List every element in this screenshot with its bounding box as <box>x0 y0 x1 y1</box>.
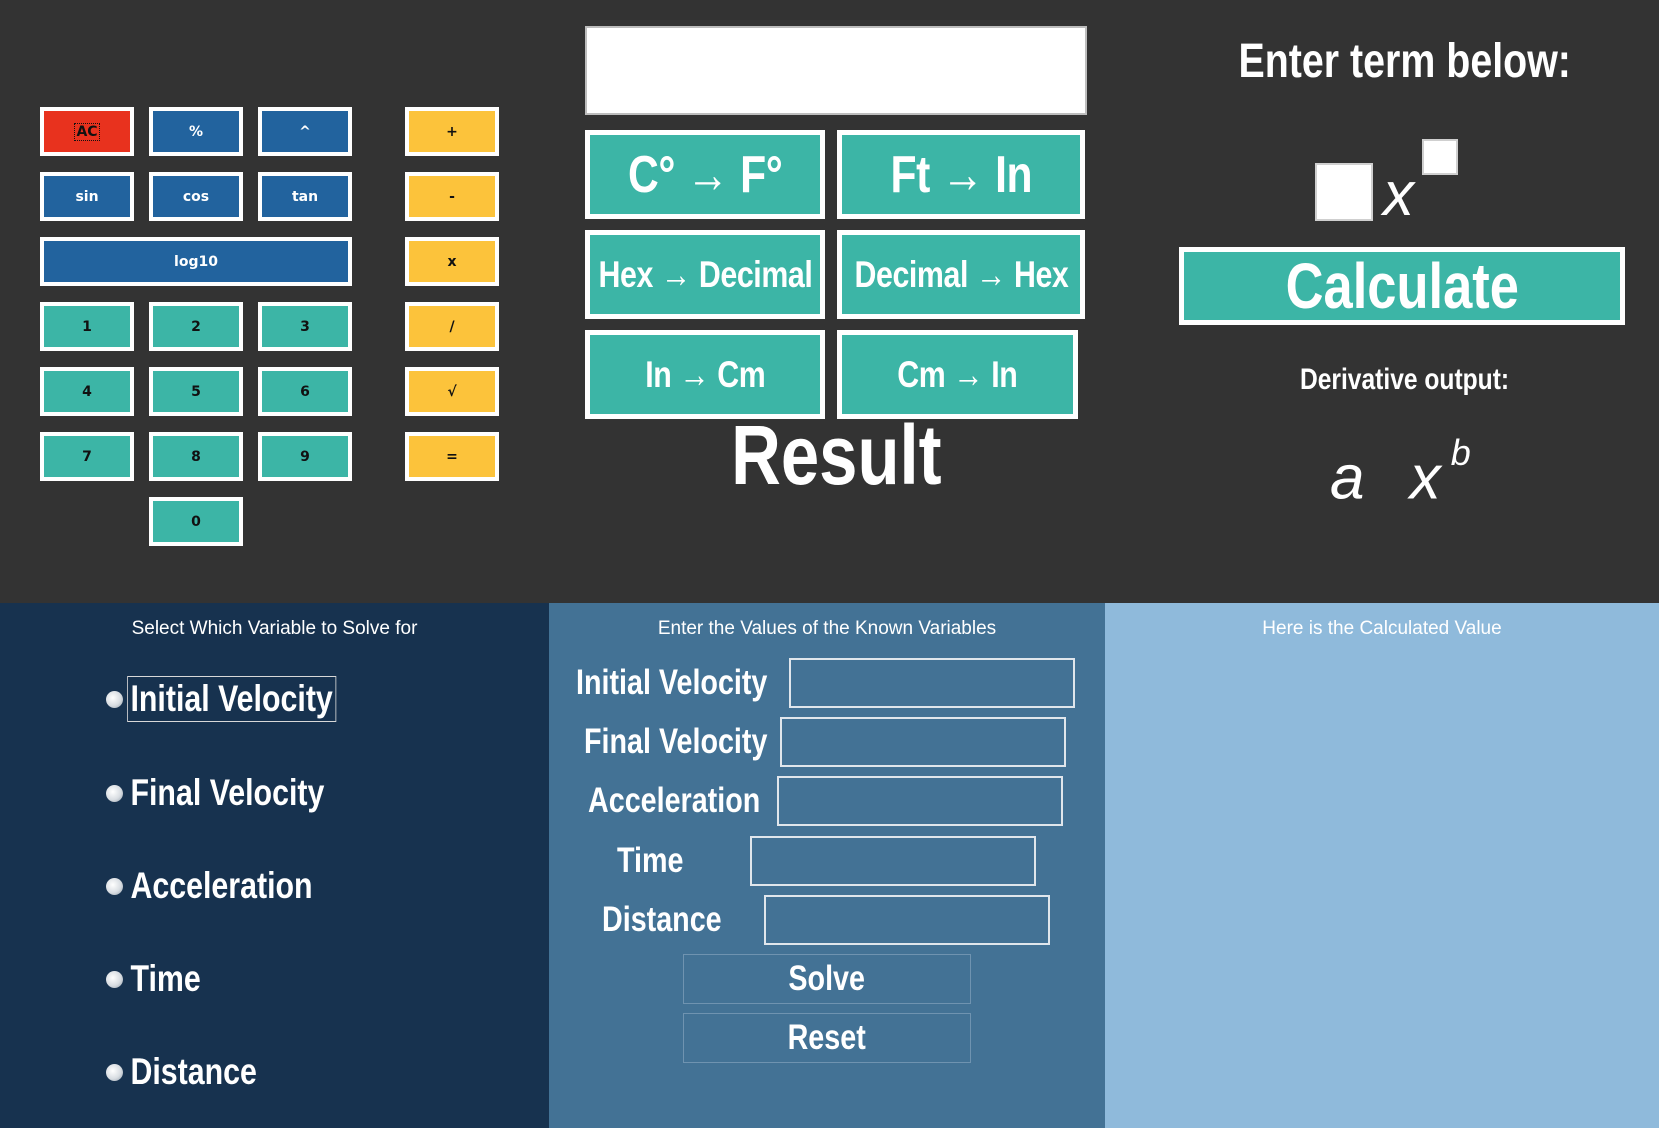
known-values-title: Enter the Values of the Known Variables <box>657 618 997 639</box>
radio-button-icon[interactable] <box>106 1063 123 1081</box>
digit-4-button[interactable]: 4 <box>40 367 134 416</box>
solve-button[interactable]: Solve <box>683 954 971 1004</box>
derivative-output-label: Derivative output: <box>1300 363 1510 396</box>
coefficient-input[interactable] <box>1315 163 1373 221</box>
time-input[interactable] <box>750 836 1036 886</box>
radio-time[interactable]: Time <box>106 957 220 1001</box>
radio-label: Initial Velocity <box>127 676 337 722</box>
radio-initial-velocity[interactable]: Initial Velocity <box>106 676 381 722</box>
divide-button[interactable]: / <box>405 302 499 351</box>
time-label: Time <box>617 841 684 880</box>
radio-label: Acceleration <box>130 865 313 906</box>
distance-label: Distance <box>602 900 722 939</box>
radio-button-icon[interactable] <box>106 970 123 988</box>
radio-label: Time <box>130 958 201 999</box>
initial-velocity-label: Initial Velocity <box>576 663 768 702</box>
variable-x-label: x <box>1383 160 1414 229</box>
radio-acceleration[interactable]: Acceleration <box>106 864 356 908</box>
decimal-to-hex-button[interactable]: Decimal → Hex <box>837 230 1085 319</box>
digit-3-button[interactable]: 3 <box>258 302 352 351</box>
sin-button[interactable]: sin <box>40 172 134 221</box>
reset-button[interactable]: Reset <box>683 1013 971 1063</box>
derivative-output-expression: a xb <box>1330 425 1471 519</box>
distance-input[interactable] <box>764 895 1050 945</box>
digit-1-button[interactable]: 1 <box>40 302 134 351</box>
digit-8-button[interactable]: 8 <box>149 432 243 481</box>
radio-label: Final Velocity <box>130 772 325 813</box>
celsius-to-fahrenheit-button[interactable]: C° → F° <box>585 130 825 219</box>
minus-button[interactable]: - <box>405 172 499 221</box>
solve-for-title: Select Which Variable to Solve for <box>131 618 418 639</box>
hex-to-decimal-button[interactable]: Hex → Decimal <box>585 230 825 319</box>
radio-button-icon[interactable] <box>106 877 123 895</box>
acceleration-label: Acceleration <box>588 781 761 820</box>
calculated-value-panel: Here is the Calculated Value <box>1105 603 1659 1128</box>
calculated-value-title: Here is the Calculated Value <box>1262 618 1502 639</box>
digit-2-button[interactable]: 2 <box>149 302 243 351</box>
ac-button[interactable]: AC <box>40 107 134 156</box>
output-base: a x <box>1330 443 1455 513</box>
cos-button[interactable]: cos <box>149 172 243 221</box>
log10-button[interactable]: log10 <box>40 237 352 286</box>
calculate-button[interactable]: Calculate <box>1179 247 1625 325</box>
multiply-button[interactable]: x <box>405 237 499 286</box>
digit-5-button[interactable]: 5 <box>149 367 243 416</box>
percent-button[interactable]: % <box>149 107 243 156</box>
feet-to-inches-button[interactable]: Ft → In <box>837 130 1085 219</box>
derivative-title: Enter term below: <box>1238 35 1572 88</box>
plus-button[interactable]: + <box>405 107 499 156</box>
solve-for-panel: Select Which Variable to Solve for Initi… <box>0 603 549 1128</box>
converter-display-field[interactable] <box>585 26 1087 115</box>
acceleration-input[interactable] <box>777 776 1063 826</box>
converter-result-label: Result <box>730 408 942 502</box>
radio-label: Distance <box>130 1051 257 1092</box>
final-velocity-label: Final Velocity <box>584 722 768 761</box>
final-velocity-input[interactable] <box>780 717 1066 767</box>
radio-button-icon[interactable] <box>106 690 123 708</box>
output-exponent: b <box>1450 432 1471 473</box>
radio-distance[interactable]: Distance <box>106 1050 288 1094</box>
digit-9-button[interactable]: 9 <box>258 432 352 481</box>
tan-button[interactable]: tan <box>258 172 352 221</box>
sqrt-button[interactable]: √ <box>405 367 499 416</box>
initial-velocity-input[interactable] <box>789 658 1075 708</box>
digit-0-button[interactable]: 0 <box>149 497 243 546</box>
radio-final-velocity[interactable]: Final Velocity <box>106 771 370 815</box>
equals-button[interactable]: = <box>405 432 499 481</box>
power-button[interactable]: ^ <box>258 107 352 156</box>
digit-7-button[interactable]: 7 <box>40 432 134 481</box>
exponent-input[interactable] <box>1422 139 1458 175</box>
radio-button-icon[interactable] <box>106 784 123 802</box>
digit-6-button[interactable]: 6 <box>258 367 352 416</box>
